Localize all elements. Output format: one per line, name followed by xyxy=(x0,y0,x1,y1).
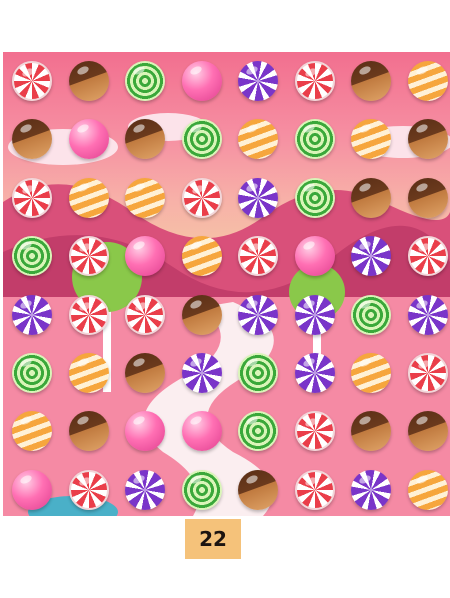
moves-counter: 22 xyxy=(185,519,241,559)
purple-candy[interactable] xyxy=(125,469,165,510)
peppermint-candy[interactable] xyxy=(294,411,335,452)
purple-candy[interactable] xyxy=(351,236,391,277)
purple-candy[interactable] xyxy=(294,294,335,335)
chocolate-candy[interactable] xyxy=(407,119,448,160)
orange-candy[interactable] xyxy=(351,353,391,393)
pink-candy[interactable] xyxy=(12,469,52,510)
peppermint-candy[interactable] xyxy=(407,353,448,393)
green-candy[interactable] xyxy=(181,119,222,160)
peppermint-candy[interactable] xyxy=(68,294,109,335)
peppermint-candy[interactable] xyxy=(68,236,109,277)
green-candy[interactable] xyxy=(125,61,165,101)
chocolate-candy[interactable] xyxy=(125,353,165,393)
peppermint-candy[interactable] xyxy=(407,236,448,277)
pink-candy[interactable] xyxy=(125,236,165,277)
orange-candy[interactable] xyxy=(407,469,448,510)
peppermint-candy[interactable] xyxy=(294,61,335,101)
green-candy[interactable] xyxy=(181,469,222,510)
peppermint-candy[interactable] xyxy=(238,236,278,277)
orange-candy[interactable] xyxy=(68,353,109,393)
purple-candy[interactable] xyxy=(294,353,335,393)
chocolate-candy[interactable] xyxy=(181,294,222,335)
chocolate-candy[interactable] xyxy=(351,177,391,218)
peppermint-candy[interactable] xyxy=(12,177,52,218)
peppermint-candy[interactable] xyxy=(12,61,52,101)
peppermint-candy[interactable] xyxy=(181,177,222,218)
chocolate-candy[interactable] xyxy=(351,61,391,101)
pink-candy[interactable] xyxy=(68,119,109,160)
chocolate-candy[interactable] xyxy=(407,411,448,452)
chocolate-candy[interactable] xyxy=(68,61,109,101)
peppermint-candy[interactable] xyxy=(68,469,109,510)
chocolate-candy[interactable] xyxy=(68,411,109,452)
orange-candy[interactable] xyxy=(68,177,109,218)
purple-candy[interactable] xyxy=(407,294,448,335)
peppermint-candy[interactable] xyxy=(294,469,335,510)
green-candy[interactable] xyxy=(294,119,335,160)
moves-counter-value: 22 xyxy=(199,527,227,551)
purple-candy[interactable] xyxy=(351,469,391,510)
green-candy[interactable] xyxy=(351,294,391,335)
orange-candy[interactable] xyxy=(407,61,448,101)
purple-candy[interactable] xyxy=(181,353,222,393)
green-candy[interactable] xyxy=(12,236,52,277)
orange-candy[interactable] xyxy=(125,177,165,218)
purple-candy[interactable] xyxy=(238,294,278,335)
green-candy[interactable] xyxy=(12,353,52,393)
pink-candy[interactable] xyxy=(181,61,222,101)
purple-candy[interactable] xyxy=(238,61,278,101)
pink-candy[interactable] xyxy=(294,236,335,277)
purple-candy[interactable] xyxy=(238,177,278,218)
green-candy[interactable] xyxy=(238,353,278,393)
orange-candy[interactable] xyxy=(181,236,222,277)
chocolate-candy[interactable] xyxy=(238,469,278,510)
purple-candy[interactable] xyxy=(12,294,52,335)
chocolate-candy[interactable] xyxy=(407,177,448,218)
green-candy[interactable] xyxy=(294,177,335,218)
game-board xyxy=(3,52,450,516)
peppermint-candy[interactable] xyxy=(125,294,165,335)
pink-candy[interactable] xyxy=(181,411,222,452)
